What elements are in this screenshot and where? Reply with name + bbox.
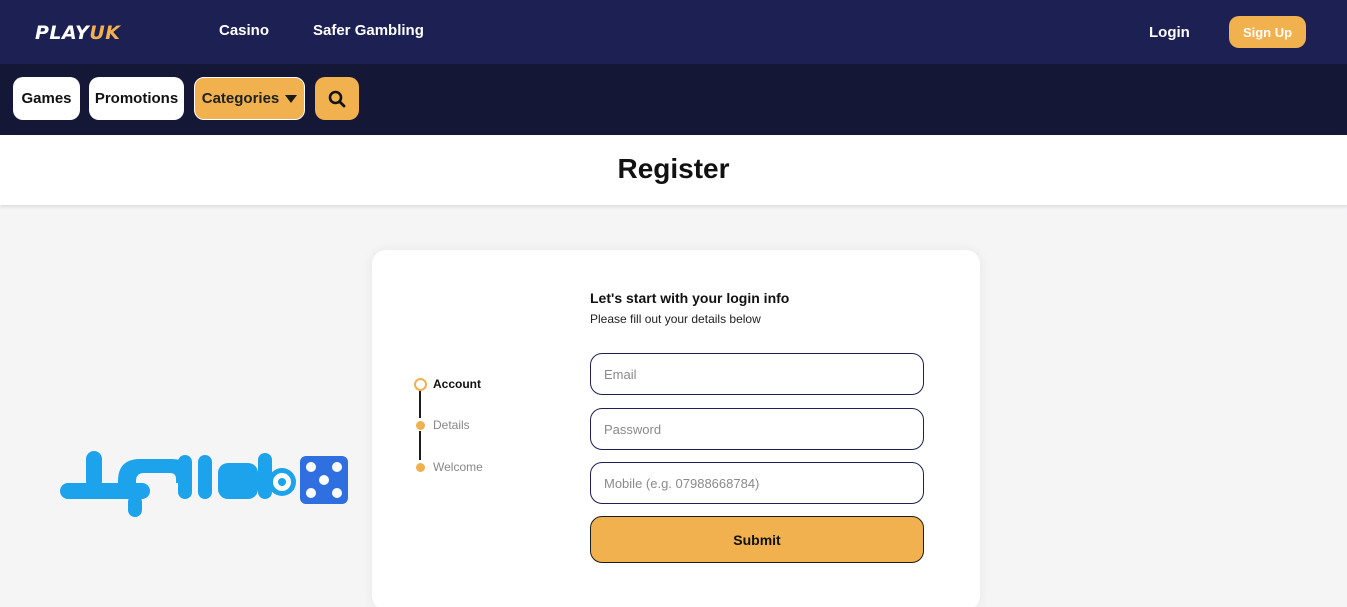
categories-label: Categories [201, 90, 280, 107]
login-link[interactable]: Login [1149, 24, 1190, 41]
step-label: Details [433, 418, 470, 432]
title-strip: Register [0, 135, 1347, 205]
stepper-connector [419, 431, 421, 460]
nav-casino[interactable]: Casino [219, 22, 269, 39]
submit-button[interactable]: Submit [590, 516, 924, 563]
top-header: PLAYUK Casino Safer Gambling Login Sign … [0, 0, 1347, 64]
search-icon [328, 90, 346, 107]
promotions-button[interactable]: Promotions [89, 77, 184, 120]
caret-down-icon [285, 94, 298, 103]
step-active-indicator [414, 378, 427, 391]
form-subheading: Please fill out your details below [590, 312, 761, 326]
form-heading: Let's start with your login info [590, 290, 790, 306]
logo-play: PLAY [35, 22, 90, 44]
step-label: Welcome [433, 460, 483, 474]
categories-dropdown[interactable]: Categories [194, 77, 305, 120]
step-welcome: Welcome [414, 459, 534, 477]
search-button[interactable] [315, 77, 359, 120]
step-details: Details [414, 417, 534, 435]
watermark-logo [60, 451, 348, 517]
page-title: Register [617, 153, 730, 184]
stepper-connector [419, 391, 421, 418]
playuk-logo[interactable]: PLAYUK [35, 22, 120, 44]
step-dot [416, 463, 425, 472]
step-label: Account [433, 377, 481, 391]
email-field[interactable] [590, 353, 924, 395]
games-button[interactable]: Games [13, 77, 80, 120]
step-dot [416, 421, 425, 430]
logo-uk: UK [89, 22, 121, 44]
step-account: Account [414, 376, 534, 394]
sign-up-button[interactable]: Sign Up [1229, 16, 1306, 48]
password-field[interactable] [590, 408, 924, 450]
mobile-field[interactable] [590, 462, 924, 504]
nav-safer-gambling[interactable]: Safer Gambling [313, 22, 424, 39]
category-bar: Games Promotions Categories [0, 64, 1347, 135]
